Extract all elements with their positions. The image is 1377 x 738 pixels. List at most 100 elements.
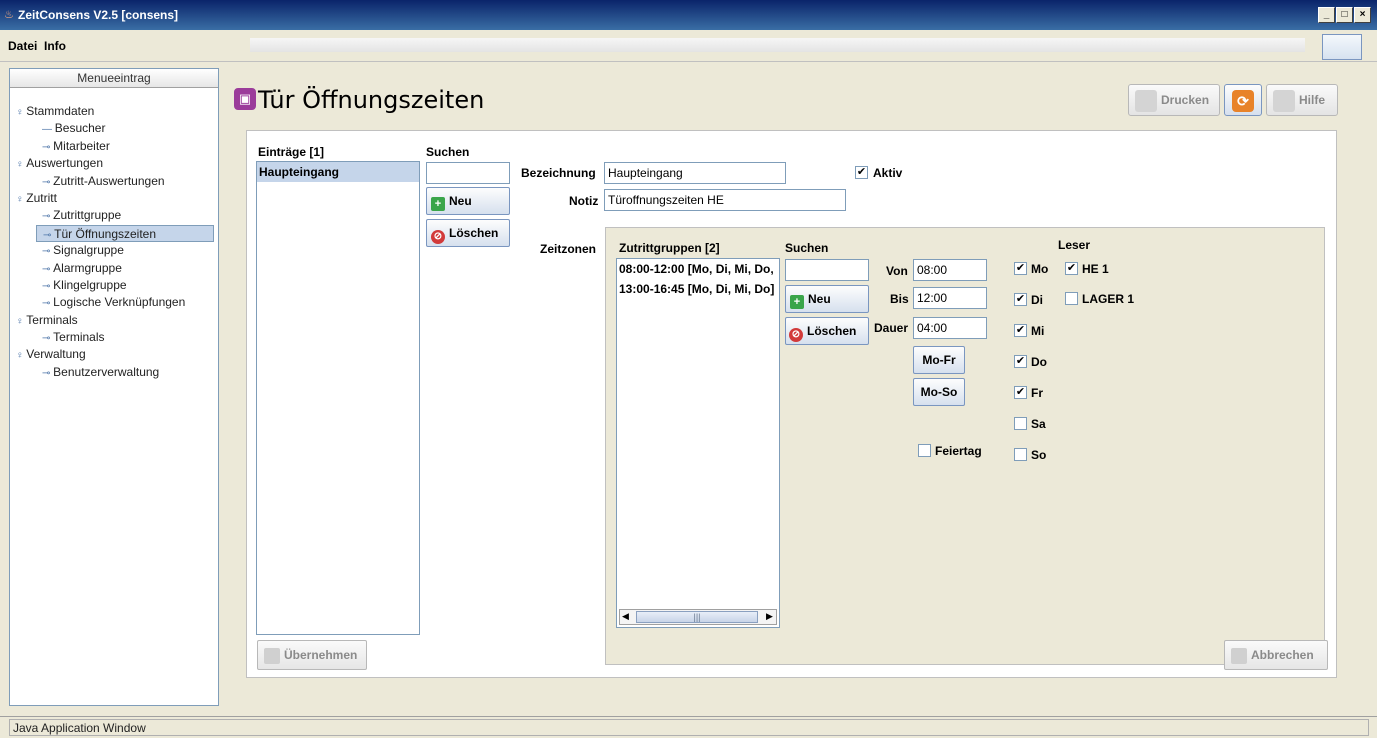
delete-entry-button[interactable]: ⊘ Löschen xyxy=(426,219,510,247)
notiz-field[interactable]: Türoffnungszeiten HE xyxy=(604,189,846,211)
apply-icon xyxy=(264,647,280,664)
reader-checkbox[interactable]: ✔ xyxy=(1065,262,1078,275)
navigation-tree: ♀ Stammdaten — Besucher ⊸ Mitarbeiter ♀ Aus… xyxy=(14,103,218,381)
reader-label: LAGER 1 xyxy=(1082,292,1135,306)
notiz-label: Notiz xyxy=(569,194,599,208)
von-label: Von xyxy=(886,264,908,278)
bis-field[interactable]: 12:00 xyxy=(913,287,987,309)
folder-node-icon: ♀ xyxy=(16,350,27,362)
scroll-right-icon[interactable]: ▶ xyxy=(766,611,773,622)
sidebar-item-label: Stammdaten xyxy=(26,104,95,118)
sidebar-item[interactable]: ♀ Stammdaten xyxy=(14,103,218,120)
mo-fr-button[interactable]: Mo-Fr xyxy=(913,346,965,374)
maximize-button[interactable]: □ xyxy=(1336,7,1353,23)
sidebar-item-label: Zutritt xyxy=(26,190,57,205)
status-text: Java Application Window xyxy=(9,719,1369,736)
day-checkbox[interactable]: ✔ xyxy=(1014,355,1027,368)
sidebar-item-label: Zutritt-Auswertungen xyxy=(53,173,165,188)
apply-button[interactable]: Übernehmen xyxy=(257,640,367,670)
refresh-icon: ⟳ xyxy=(1232,89,1254,112)
sidebar-item[interactable]: ⊸ Alarmgruppe xyxy=(14,260,218,277)
feiertag-label: Feiertag xyxy=(935,444,982,458)
folder-node-icon: ♀ xyxy=(16,107,27,118)
delete-icon: ⊘ xyxy=(789,328,803,342)
sidebar-item[interactable]: ⊸ Klingelgruppe xyxy=(14,277,218,294)
list-item[interactable]: Haupteingang xyxy=(257,162,419,182)
mo-so-button[interactable]: Mo-So xyxy=(913,378,965,406)
sidebar-item[interactable]: ⊸ Mitarbeiter xyxy=(14,138,218,155)
day-label: Di xyxy=(1031,293,1043,307)
delete-zone-button[interactable]: ⊘ Löschen xyxy=(785,317,869,345)
new-entry-button[interactable]: + Neu xyxy=(426,187,510,215)
entries-list[interactable]: Haupteingang xyxy=(256,161,420,635)
cancel-label: Abbrechen xyxy=(1251,648,1314,662)
scroll-thumb[interactable]: ||| xyxy=(636,611,758,623)
sidebar-item[interactable]: ⊸ Terminals xyxy=(14,329,218,346)
search-label: Suchen xyxy=(426,145,470,159)
sidebar-item-label: Zutrittgruppe xyxy=(53,208,122,223)
menu-right-button[interactable] xyxy=(1322,34,1362,60)
folder-node-icon: ♀ xyxy=(16,193,27,205)
zones-search-input[interactable] xyxy=(785,259,869,281)
sidebar-item[interactable]: ♀ Terminals xyxy=(14,312,218,329)
sidebar-item-label: Terminals xyxy=(26,312,78,327)
aktiv-checkbox[interactable]: ✔ xyxy=(855,166,868,179)
sidebar-item[interactable]: ⊸ Zutritt-Auswertungen xyxy=(14,173,218,190)
entries-header: Einträge [1] xyxy=(258,145,325,159)
leaf-node-icon: ⊸ xyxy=(42,211,54,223)
help-label: Hilfe xyxy=(1299,93,1326,107)
scroll-left-icon[interactable]: ◀ xyxy=(622,611,629,622)
new-label: Neu xyxy=(449,194,472,208)
new-zone-button[interactable]: + Neu xyxy=(785,285,869,313)
refresh-button[interactable]: ⟳ xyxy=(1224,84,1262,116)
day-checkbox[interactable]: ✔ xyxy=(1014,386,1027,399)
sidebar-item[interactable]: ⊸ Signalgruppe xyxy=(14,242,218,259)
folder-node-icon: ♀ xyxy=(16,159,27,171)
print-label: Drucken xyxy=(1161,93,1210,107)
zones-search-label: Suchen xyxy=(785,241,829,255)
sidebar-item[interactable]: ⊸ Benutzerverwaltung xyxy=(14,364,218,381)
delete-label: Löschen xyxy=(449,226,499,240)
sidebar-item[interactable]: — Besucher xyxy=(14,120,218,137)
leaf-node-icon: ⊸ xyxy=(42,141,54,153)
bezeichnung-label: Bezeichnung xyxy=(521,166,596,180)
help-button[interactable]: Hilfe xyxy=(1266,84,1338,116)
von-field[interactable]: 08:00 xyxy=(913,259,987,281)
print-button[interactable]: Drucken xyxy=(1128,84,1220,116)
search-input[interactable] xyxy=(426,162,510,184)
day-checkbox[interactable]: ✔ xyxy=(1014,293,1027,306)
cancel-button[interactable]: Abbrechen xyxy=(1224,640,1328,670)
sidebar-item[interactable]: ♀ Zutritt xyxy=(14,190,218,207)
day-checkbox[interactable] xyxy=(1014,448,1027,461)
bezeichnung-field[interactable]: Haupteingang xyxy=(604,162,786,184)
reader-checkbox[interactable] xyxy=(1065,292,1078,305)
zones-list[interactable]: 08:00-12:00 [Mo, Di, Mi, Do, 13:00-16:45… xyxy=(616,258,780,628)
reader-header: Leser xyxy=(1058,238,1091,252)
zones-header: Zutrittgruppen [2] xyxy=(619,241,720,255)
sidebar-item[interactable]: ♀ Auswertungen xyxy=(14,155,218,172)
dauer-field[interactable]: 04:00 xyxy=(913,317,987,339)
menu-info[interactable]: Info xyxy=(44,39,66,53)
leaf-node-icon: ⊸ xyxy=(43,229,55,241)
list-item[interactable]: 08:00-12:00 [Mo, Di, Mi, Do, xyxy=(617,259,779,279)
help-icon xyxy=(1273,89,1295,112)
sidebar-item[interactable]: ⊸ Logische Verknüpfungen xyxy=(14,294,218,311)
leaf-node-icon: ⊸ xyxy=(42,263,54,275)
horizontal-scrollbar[interactable]: ◀ ||| ▶ xyxy=(619,609,777,625)
list-item[interactable]: 13:00-16:45 [Mo, Di, Mi, Do] xyxy=(617,279,779,299)
menu-datei[interactable]: Datei xyxy=(8,39,37,53)
cancel-icon xyxy=(1231,647,1247,664)
sidebar-item[interactable]: ⊸ Tür Öffnungszeiten xyxy=(36,224,214,243)
day-checkbox[interactable]: ✔ xyxy=(1014,324,1027,337)
feiertag-checkbox[interactable] xyxy=(918,444,931,457)
close-button[interactable]: × xyxy=(1354,7,1371,23)
day-checkbox[interactable] xyxy=(1014,417,1027,430)
leaf-node-icon: — xyxy=(42,124,55,136)
reader-label: HE 1 xyxy=(1082,262,1109,276)
sidebar-item-label: Klingelgruppe xyxy=(53,277,127,292)
day-checkbox[interactable]: ✔ xyxy=(1014,262,1027,275)
sidebar-item[interactable]: ♀ Verwaltung xyxy=(14,346,218,363)
menu-bar: Datei Info xyxy=(0,30,1377,62)
minimize-button[interactable]: _ xyxy=(1318,7,1335,23)
sidebar-item[interactable]: ⊸ Zutrittgruppe xyxy=(14,207,218,224)
